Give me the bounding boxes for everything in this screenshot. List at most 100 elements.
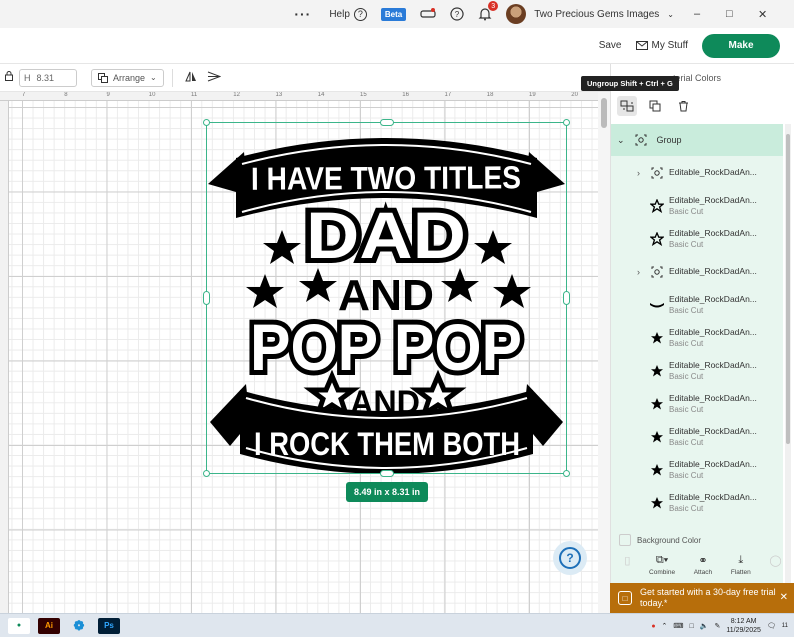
height-value: 8.31 (36, 72, 55, 83)
canvas-scrollbar[interactable] (598, 92, 610, 613)
help-menu[interactable]: Help ? (329, 7, 367, 21)
flip-icon[interactable] (184, 71, 197, 85)
resize-handle-bottom-right[interactable] (563, 470, 570, 477)
height-label: H (24, 72, 31, 83)
ruler-mark: 15 (360, 92, 367, 98)
ungroup-tooltip: Ungroup Shift + Ctrl + G (581, 76, 679, 91)
height-field[interactable]: H 8.31 (19, 68, 77, 87)
keyboard-icon[interactable]: ⌨ (673, 622, 683, 630)
combine-button[interactable]: ⧉▾ Combine (649, 554, 675, 576)
selection-bounding-box[interactable] (206, 122, 567, 474)
machine-icon[interactable] (420, 8, 436, 20)
bottom-toolbar: ▯ ⧉▾ Combine ⚭ Attach ⤓ Flatten ◯ (611, 554, 794, 584)
ruler-mark: 13 (275, 92, 283, 98)
layer-row[interactable]: Editable_RockDadAn... Basic Cut (611, 486, 783, 519)
chevron-up-icon[interactable]: ⌃ (662, 622, 668, 630)
trash-icon[interactable] (673, 96, 693, 116)
slice-button[interactable]: ▯ (624, 554, 630, 567)
layer-row[interactable]: Editable_RockDadAn... Basic Cut (611, 420, 783, 453)
panel-scrollbar-thumb[interactable] (786, 134, 790, 444)
layer-name: Editable_RockDadAn... (669, 425, 757, 436)
network-icon[interactable]: □ (690, 623, 694, 630)
layer-text: Editable_RockDadAn... Basic Cut (669, 492, 757, 514)
resize-handle-top-right[interactable] (563, 119, 570, 126)
flatten-label: Flatten (730, 569, 751, 576)
resize-handle-bottom[interactable] (380, 470, 394, 477)
save-button[interactable]: Save (599, 40, 622, 51)
chevron-right-icon[interactable]: › (637, 267, 640, 277)
close-icon[interactable]: ✕ (780, 592, 788, 603)
notif-center-count: 11 (781, 623, 788, 629)
layer-name: Editable_RockDadAn... (669, 359, 757, 370)
resize-handle-right[interactable] (563, 291, 570, 305)
alert-icon[interactable]: ● (651, 623, 655, 630)
layer-row[interactable]: Editable_RockDadAn... Basic Cut (611, 387, 783, 420)
panel-scrollbar[interactable] (785, 124, 791, 586)
photoshop-app-icon[interactable]: Ps (98, 617, 120, 634)
align-icon[interactable] (207, 71, 222, 85)
ruler-vertical (0, 101, 9, 613)
chat-help-button[interactable]: ? (553, 541, 587, 575)
layer-row[interactable]: Editable_RockDadAn... Basic Cut (611, 354, 783, 387)
clock[interactable]: 8:12 AM 11/29/2025 (726, 617, 761, 635)
resize-handle-top[interactable] (380, 119, 394, 126)
attach-button[interactable]: ⚭ Attach (694, 554, 712, 576)
background-color-row[interactable]: Background Color (611, 528, 794, 552)
layer-operation: Basic Cut (669, 305, 704, 315)
layer-row[interactable]: › Editable_RockDadAn... (611, 156, 783, 189)
arrange-label: Arrange (113, 72, 146, 83)
toolbar-divider (171, 68, 173, 87)
resize-handle-top-left[interactable] (203, 119, 210, 126)
layer-row[interactable]: Editable_RockDadAn... Basic Cut (611, 288, 783, 321)
layer-name: Editable_RockDadAn... (669, 326, 757, 337)
cricut-app-icon[interactable]: ● (8, 617, 30, 634)
chevron-right-icon[interactable]: › (637, 168, 640, 178)
make-button[interactable]: Make (702, 33, 780, 58)
maximize-button[interactable]: □ (726, 8, 758, 20)
resize-handle-bottom-left[interactable] (203, 470, 210, 477)
size-indicator-badge: 8.49 in x 8.31 in (346, 482, 428, 502)
contour-button[interactable]: ◯ (769, 554, 781, 567)
layer-row[interactable]: Editable_RockDadAn... Basic Cut (611, 222, 783, 255)
layer-row[interactable]: Editable_RockDadAn... Basic Cut (611, 321, 783, 354)
chevron-down-icon[interactable]: ⌄ (617, 135, 625, 146)
edge-app-icon[interactable]: ❁ (68, 618, 90, 634)
layer-text: Editable_RockDadAn... (669, 167, 757, 178)
window-titlebar: ··· Help ? Beta ? 3 Two Precious Gems Im… (0, 0, 794, 28)
arrange-dropdown[interactable]: Arrange ⌄ (91, 68, 164, 87)
layer-group-row[interactable]: ⌄ Group (611, 124, 783, 156)
free-trial-banner[interactable]: □ Get started with a 30-day free trial t… (610, 583, 794, 613)
illustrator-app-icon[interactable]: Ai (38, 617, 60, 634)
lock-icon[interactable] (5, 71, 13, 84)
layer-row[interactable]: › Editable_RockDadAn... (611, 255, 783, 288)
layer-row[interactable]: Editable_RockDadAn... Basic Cut (611, 189, 783, 222)
layer-name: Editable_RockDadAn... (669, 293, 757, 304)
minimize-button[interactable]: – (694, 8, 726, 20)
ruler-mark: 10 (148, 92, 156, 98)
close-window-button[interactable]: ✕ (758, 8, 790, 21)
ungroup-icon[interactable] (617, 96, 637, 116)
scrollbar-thumb[interactable] (601, 98, 607, 128)
duplicate-icon[interactable] (645, 96, 665, 116)
beta-badge[interactable]: Beta (380, 7, 407, 21)
notification-center-icon[interactable]: 🗨 (767, 622, 776, 630)
notifications-bell-icon[interactable]: 3 (478, 1, 499, 21)
star-filled-icon (649, 495, 665, 511)
layer-name: Editable_RockDadAn... (669, 266, 757, 276)
layer-row[interactable]: Editable_RockDadAn... Basic Cut (611, 453, 783, 486)
background-color-swatch[interactable] (619, 534, 631, 546)
more-options-icon[interactable]: ··· (294, 6, 311, 22)
layer-text: Editable_RockDadAn... Basic Cut (669, 426, 757, 448)
account-menu[interactable]: Two Precious Gems Images ⌄ (506, 4, 674, 24)
support-icon[interactable]: ? (450, 7, 464, 21)
help-question-icon: ? (559, 547, 581, 569)
beta-label: Beta (380, 7, 407, 21)
resize-handle-left[interactable] (203, 291, 210, 305)
volume-icon[interactable]: 🔈 (700, 622, 709, 630)
layer-name: Editable_RockDadAn... (669, 458, 757, 469)
layers-panel: aterial Colors Ungroup Shift + Ctrl + G … (581, 64, 794, 586)
edit-toolbar: H 8.31 Arrange ⌄ (0, 64, 610, 92)
my-stuff-button[interactable]: My Stuff (635, 40, 688, 51)
flatten-button[interactable]: ⤓ Flatten (731, 554, 751, 576)
pen-icon[interactable]: ✎ (714, 622, 720, 630)
